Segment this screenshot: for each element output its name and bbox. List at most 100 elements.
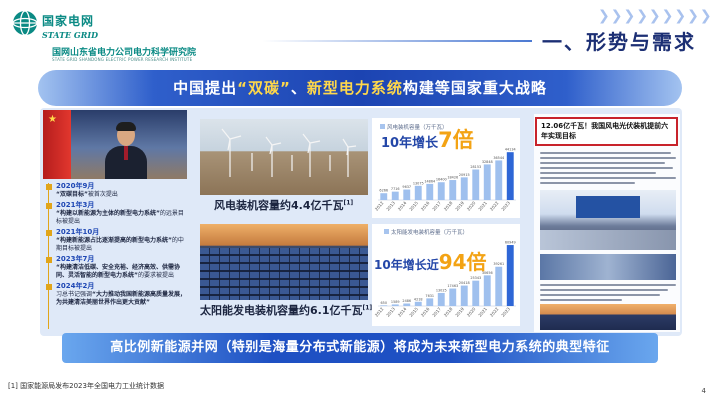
chart-bar xyxy=(426,298,434,306)
chart-tick-label: 2020 xyxy=(466,306,477,318)
chart-data-label: 60949 xyxy=(505,241,516,245)
timeline-item: 2023年7月 “构建清洁低碳、安全充裕、经济高效、供需协同、灵活智能的新型电力系… xyxy=(46,255,188,280)
banner-text-1: 中国提出 xyxy=(173,79,238,97)
wind-farm-image xyxy=(200,119,368,195)
chart-data-label: 7716 xyxy=(391,187,400,191)
chart-tick-label: 2014 xyxy=(397,306,408,318)
chart-data-label: 6266 xyxy=(379,189,388,193)
chart-bar xyxy=(506,152,514,200)
chart-data-label: 13075 xyxy=(413,181,424,185)
chart-data-label: 16400 xyxy=(436,178,447,182)
solar-farm-image xyxy=(200,224,368,300)
news-headline-box: 12.06亿千瓦！我国风电光伏装机提前六年实现目标 xyxy=(535,117,678,146)
chart-tick-label: 2023 xyxy=(500,306,511,318)
timeline-text-bold: “构建以新能源为主体的新型电力系统” xyxy=(56,210,160,217)
wind-growth-text: 10年增长 xyxy=(381,136,439,151)
section-title: 一、形势与需求 xyxy=(542,30,696,54)
chart-tick-label: 2018 xyxy=(443,306,454,318)
chart-tick-label: 2016 xyxy=(420,200,431,212)
chart-bar xyxy=(460,285,468,306)
banner-text-2: 、 xyxy=(290,79,307,97)
timeline-item: 2021年10月 “构建新能源占比逐渐提高的新型电力系统”的中期目标被提出 xyxy=(46,228,188,253)
chart-bar xyxy=(449,288,457,306)
chart-data-label: 9637 xyxy=(402,185,411,189)
banner-text-3: 构建等国家重大战略 xyxy=(402,79,547,97)
chart-data-label: 1589 xyxy=(391,300,400,304)
timeline-text-pre: 习总书记强调 xyxy=(56,291,93,298)
news-solar-photo xyxy=(540,304,676,330)
timeline-date: 2024年2月 xyxy=(56,282,95,290)
news-headline: 12.06亿千瓦！我国风电光伏装机提前六年实现目标 xyxy=(541,122,669,140)
strategy-banner: 中国提出“双碳”、新型电力系统构建等国家重大战略 xyxy=(38,70,682,106)
chart-data-label: 17463 xyxy=(447,284,458,288)
timeline-item: 2024年2月 习总书记强调“大力推动我国新能源高质量发展，为共建清洁美丽世界作出… xyxy=(46,282,188,307)
chart-bar xyxy=(380,305,388,306)
news-conference-photo xyxy=(540,190,676,250)
state-grid-globe-icon xyxy=(12,10,38,36)
chart-bar xyxy=(437,182,445,200)
timeline-text-bold: “构建新能源占比逐渐提高的新型电力系统” xyxy=(56,237,172,244)
state-grid-logo: 国家电网 STATE GRID xyxy=(12,10,98,40)
chart-bar xyxy=(403,189,411,200)
logo-chinese-text: 国家电网 xyxy=(42,14,95,28)
timeline-marker-icon xyxy=(46,284,52,290)
timeline-text-bold: “双碳目标” xyxy=(56,191,88,198)
chart-data-label: 44134 xyxy=(505,148,516,152)
chart-bar xyxy=(414,301,422,306)
solar-growth-text: 10年增长近 xyxy=(374,258,439,272)
wind-caption-text: 风电装机容量约4.4亿千瓦 xyxy=(214,199,344,212)
policy-timeline: 2020年9月 “双碳目标”被首次提出 2021年3月 “构建以新能源为主体的新型电力… xyxy=(46,182,188,309)
solar-growth-multiplier: 94倍 xyxy=(438,250,487,274)
chart-bar xyxy=(426,183,434,200)
chart-tick-label: 2022 xyxy=(489,306,500,318)
org-name-english: STATE GRID SHANDONG ELECTRIC POWER RESEA… xyxy=(52,57,193,62)
timeline-item: 2021年3月 “构建以新能源为主体的新型电力系统”的远景目标被提出 xyxy=(46,201,188,226)
chart-tick-label: 2023 xyxy=(500,200,511,212)
chart-bar xyxy=(391,304,399,306)
chart-tick-label: 2014 xyxy=(397,200,408,212)
chart-tick-label: 2021 xyxy=(477,200,488,212)
banner-highlight-dual-carbon: “双碳” xyxy=(237,79,291,97)
solar-growth-label: 10年增长近94倍 xyxy=(374,246,487,275)
timeline-date: 2023年7月 xyxy=(56,255,95,263)
solar-caption-text: 太阳能发电装机容量约6.1亿千瓦 xyxy=(200,304,363,317)
logo-english-text: STATE GRID xyxy=(42,30,99,40)
timeline-item: 2020年9月 “双碳目标”被首次提出 xyxy=(46,182,188,199)
chart-bar xyxy=(495,160,503,200)
chart-tick-label: 2013 xyxy=(385,200,396,212)
wind-turbines-illustration xyxy=(221,128,357,177)
chart-tick-label: 2021 xyxy=(477,306,488,318)
chart-data-label: 7631 xyxy=(425,294,434,298)
chart-tick-label: 2020 xyxy=(466,200,477,212)
chart-bar xyxy=(380,193,388,200)
solar-capacity-caption: 太阳能发电装机容量约6.1亿千瓦[1] xyxy=(200,302,372,318)
chart-bar xyxy=(437,292,445,306)
chart-tick-label: 2019 xyxy=(454,306,465,318)
chart-data-label: 20915 xyxy=(459,173,470,177)
national-flag: ★ xyxy=(43,110,71,179)
chart-tick-label: 2016 xyxy=(420,306,431,318)
news-body-text-block xyxy=(540,152,676,187)
chart-tick-label: 2017 xyxy=(431,200,442,212)
chart-bar xyxy=(414,185,422,200)
chart-data-label: 20418 xyxy=(459,281,470,285)
chart-data-label: 28153 xyxy=(470,165,481,169)
chart-tick-label: 2022 xyxy=(489,200,500,212)
chart-tick-label: 2013 xyxy=(385,306,396,318)
chart-tick-label: 2019 xyxy=(454,200,465,212)
solar-capacity-chart: 太阳能发电装机容量（万千瓦） 6502012 1589 2013 2486 2014 421… xyxy=(374,228,516,318)
timeline-description: “构建新能源占比逐渐提高的新型电力系统”的中期目标被提出 xyxy=(56,237,188,253)
wind-growth-label: 10年增长7倍 xyxy=(381,124,474,154)
wind-growth-multiplier: 7倍 xyxy=(438,128,474,152)
leader-photo: ★ xyxy=(43,110,187,179)
flag-star-icon: ★ xyxy=(48,114,57,125)
chart-data-label: 18426 xyxy=(447,176,458,180)
chart-data-label: 25343 xyxy=(470,276,481,280)
chart-bar xyxy=(460,177,468,200)
chart-legend-swatch-icon xyxy=(384,229,389,234)
chart-bar xyxy=(472,169,480,200)
timeline-date: 2020年9月 xyxy=(56,182,95,190)
chart-tick-label: 2015 xyxy=(408,200,419,212)
chart-bar xyxy=(506,245,514,306)
timeline-description: “构建清洁低碳、安全充裕、经济高效、供需协同、灵活智能的新型电力系统”的要求被提… xyxy=(56,264,188,280)
